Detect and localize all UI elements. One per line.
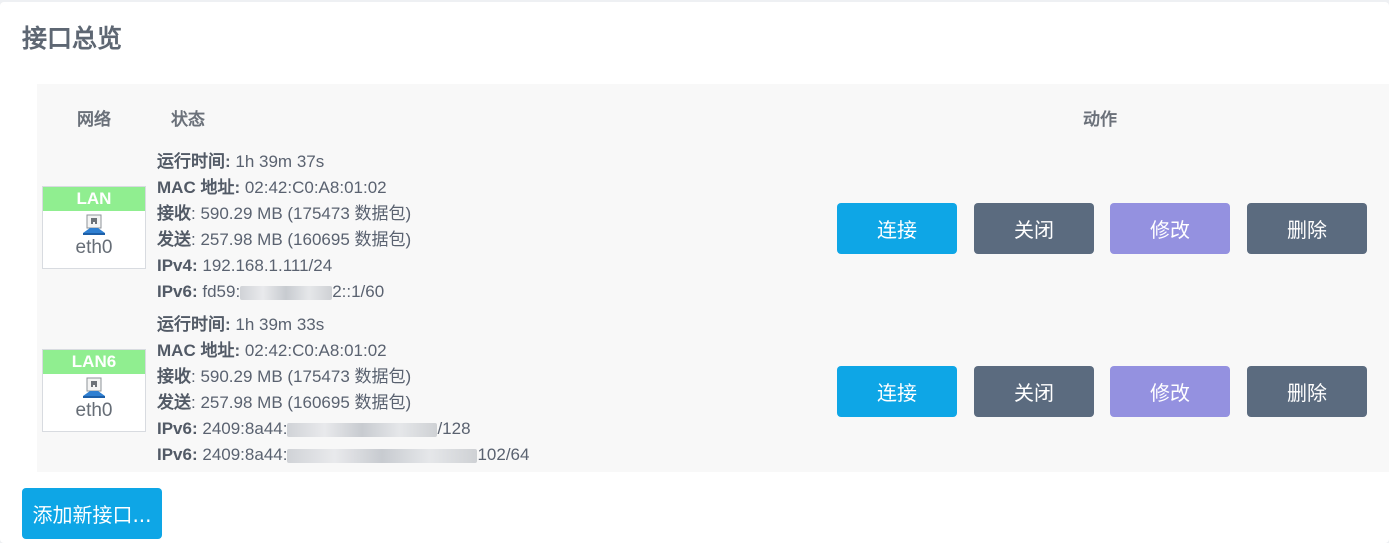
add-interface-button[interactable]: 添加新接口... <box>22 488 162 539</box>
ethernet-port-icon <box>83 214 105 235</box>
redacted-text <box>287 422 438 437</box>
close-button[interactable]: 关闭 <box>974 366 1094 417</box>
status-mac: MAC 地址: 02:42:C0:A8:01:02 <box>157 178 387 197</box>
status-ipv6: IPv6: 2409:8a44: 102/64 <box>157 445 530 464</box>
interface-name: LAN <box>43 187 145 211</box>
column-header-network: 网络 <box>77 110 111 129</box>
status-ipv4: IPv4: 192.168.1.111/24 <box>157 256 333 275</box>
status-tx: 发送: 257.98 MB (160695 数据包) <box>157 393 412 412</box>
redacted-text <box>287 448 478 463</box>
column-header-actions: 动作 <box>1083 110 1117 129</box>
edit-button[interactable]: 修改 <box>1110 366 1230 417</box>
status-mac: MAC 地址: 02:42:C0:A8:01:02 <box>157 341 387 360</box>
interface-badge-lan6: LAN6 eth0 <box>42 349 146 432</box>
status-uptime: 运行时间: 1h 39m 33s <box>157 315 325 334</box>
interface-row-lan6: LAN6 eth0 运行时间: 1h 39m 33s MAC 地址: 02:42… <box>37 310 1389 473</box>
ethernet-port-icon <box>83 377 105 398</box>
delete-button[interactable]: 删除 <box>1247 366 1367 417</box>
interfaces-table: 网络 状态 动作 LAN eth0 运行时间: 1h 39m 37s MAC 地… <box>37 84 1389 472</box>
status-uptime: 运行时间: 1h 39m 37s <box>157 152 325 171</box>
column-header-status: 状态 <box>171 110 205 129</box>
page-title: 接口总览 <box>22 25 123 53</box>
edit-button[interactable]: 修改 <box>1110 203 1230 254</box>
status-ipv6: IPv6: 2409:8a44:/128 <box>157 419 471 438</box>
interface-status: 运行时间: 1h 39m 33s MAC 地址: 02:42:C0:A8:01:… <box>157 312 717 468</box>
status-tx: 发送: 257.98 MB (160695 数据包) <box>157 230 412 249</box>
interface-device: eth0 <box>75 237 113 258</box>
close-button[interactable]: 关闭 <box>974 203 1094 254</box>
delete-button[interactable]: 删除 <box>1247 203 1367 254</box>
status-rx: 接收: 590.29 MB (175473 数据包) <box>157 204 412 223</box>
interface-row-lan: LAN eth0 运行时间: 1h 39m 37s MAC 地址: 02:42:… <box>37 147 1389 310</box>
interface-name: LAN6 <box>43 350 145 374</box>
status-ipv6: IPv6: fd59: 2::1/60 <box>157 282 385 301</box>
interface-device: eth0 <box>75 400 113 421</box>
interface-overview-panel: 接口总览 网络 状态 动作 LAN eth0 运行时间: 1h 39m 37s … <box>0 2 1389 543</box>
connect-button[interactable]: 连接 <box>837 366 957 417</box>
interface-badge-lan: LAN eth0 <box>42 186 146 269</box>
redacted-text <box>240 285 333 300</box>
status-rx: 接收: 590.29 MB (175473 数据包) <box>157 367 412 386</box>
connect-button[interactable]: 连接 <box>837 203 957 254</box>
interface-status: 运行时间: 1h 39m 37s MAC 地址: 02:42:C0:A8:01:… <box>157 149 717 305</box>
